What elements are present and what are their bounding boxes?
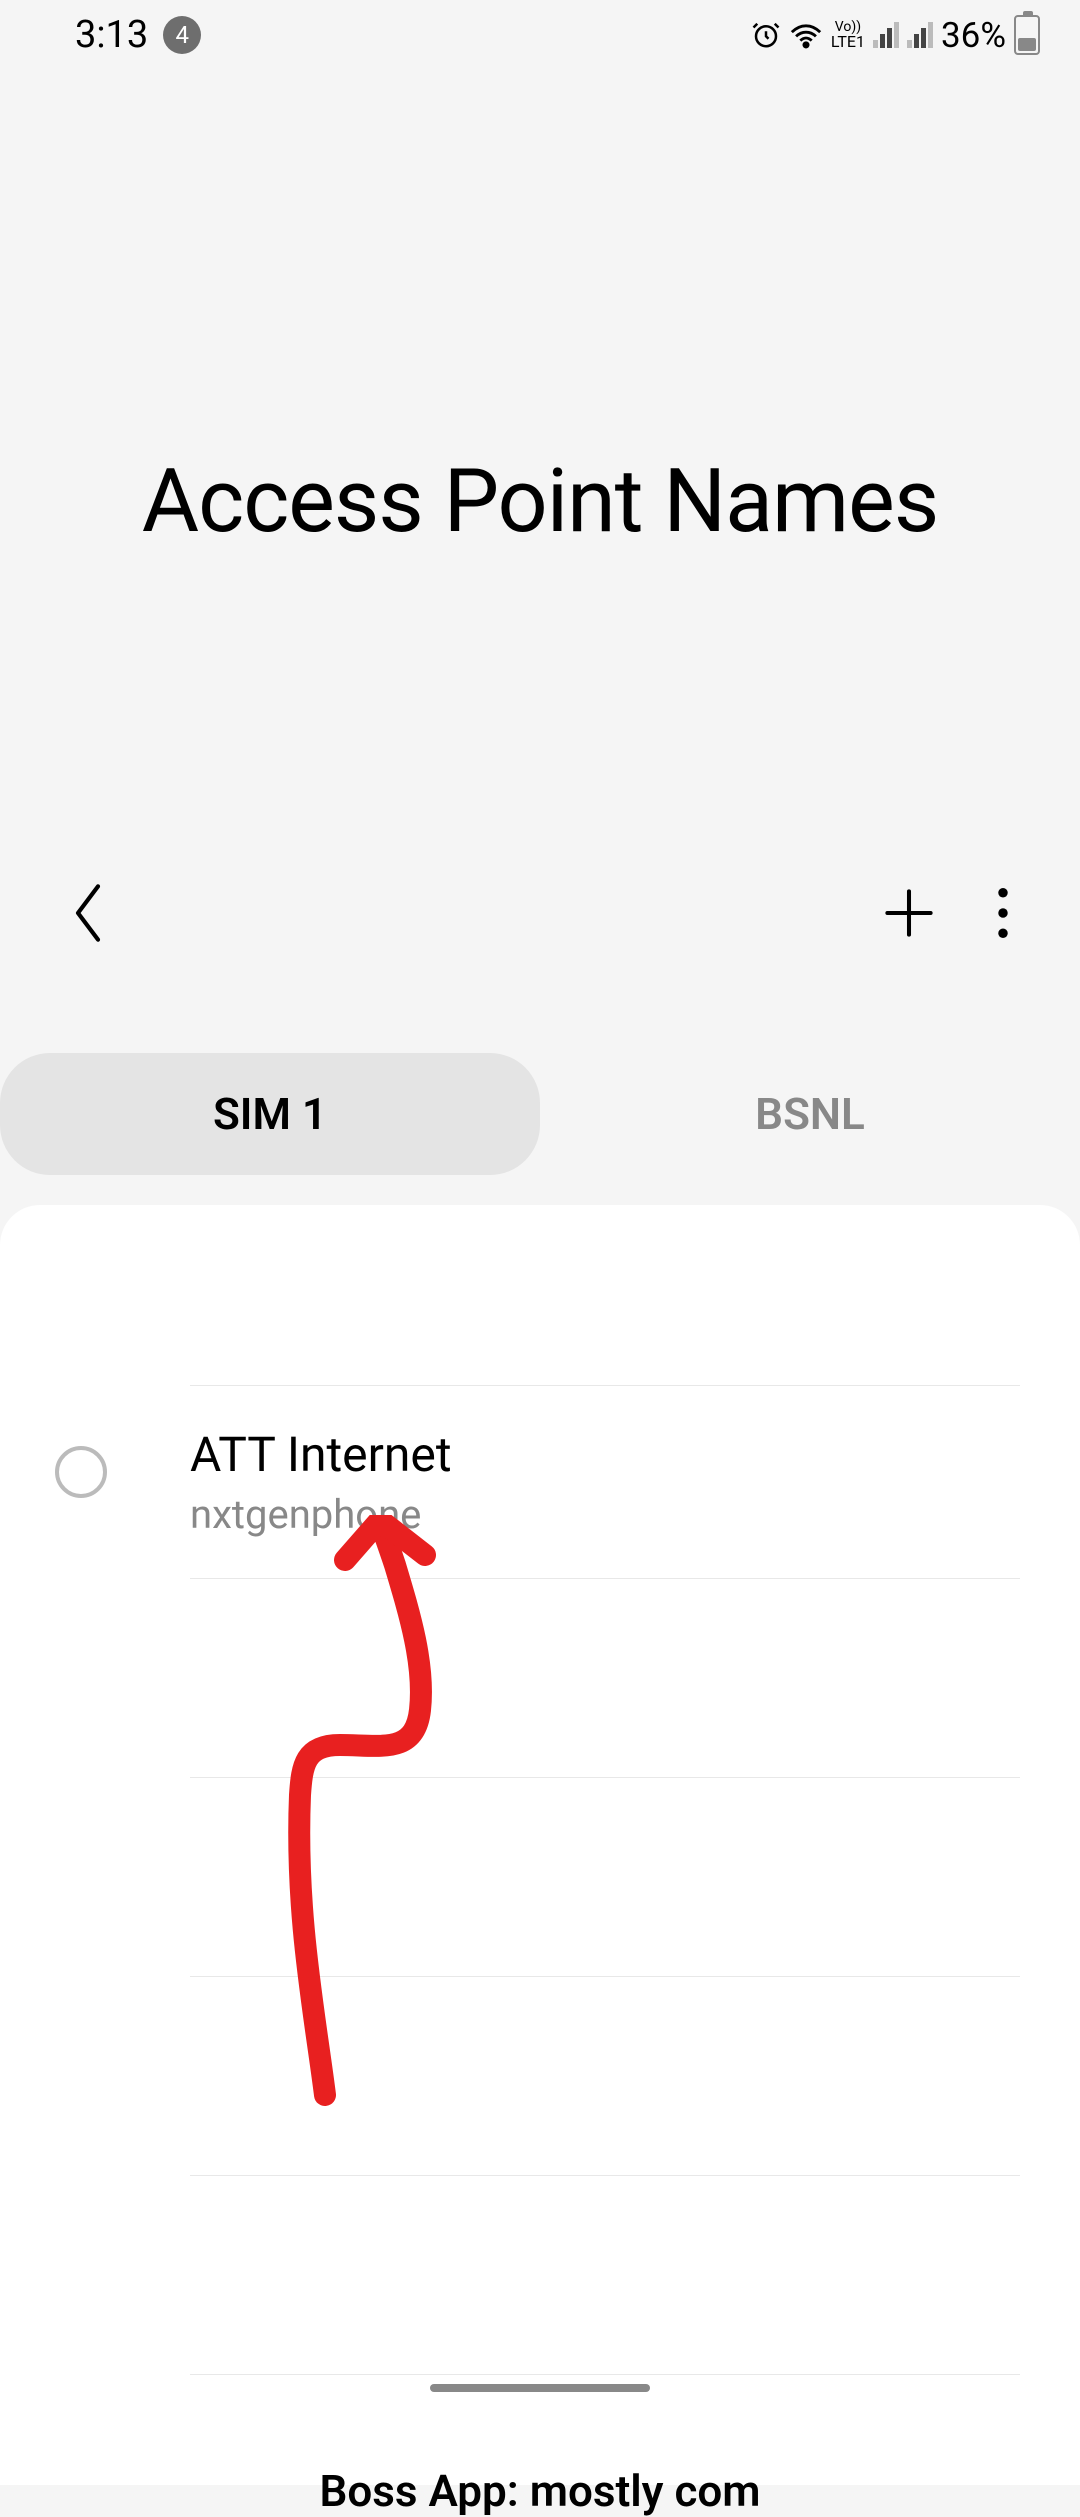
apn-list-item[interactable]: ATT Internet nxtgenphone — [190, 1386, 1020, 1578]
notification-count-badge: 4 — [163, 16, 201, 54]
signal-strength-icon-1 — [873, 22, 899, 48]
volte-indicator: Vo)) LTE1 — [831, 20, 865, 50]
apn-content-panel: ATT Internet nxtgenphone Boss App: mostl… — [0, 1205, 1080, 2485]
lte-label: LTE1 — [831, 34, 865, 50]
status-bar: 3:13 4 Vo)) LTE1 — [0, 0, 1080, 70]
divider — [190, 2374, 1020, 2375]
battery-percent: 36% — [941, 15, 1006, 56]
apn-value-label: nxtgenphone — [190, 1491, 1020, 1538]
home-indicator[interactable] — [430, 2384, 650, 2392]
empty-list-row — [190, 2176, 1020, 2374]
partial-bottom-text: Boss App: mostly com — [0, 2465, 1080, 2517]
empty-list-row — [190, 1778, 1020, 1976]
signal-strength-icon-2 — [907, 22, 933, 48]
apn-name-label: ATT Internet — [190, 1426, 1020, 1483]
apn-list: ATT Internet nxtgenphone — [0, 1385, 1080, 2375]
status-time: 3:13 — [75, 13, 148, 57]
more-options-button[interactable] — [996, 886, 1010, 940]
tab-sim1[interactable]: SIM 1 — [0, 1053, 540, 1175]
tab-bsnl[interactable]: BSNL — [540, 1053, 1080, 1175]
alarm-icon — [751, 20, 781, 50]
sim-tabs: SIM 1 BSNL — [0, 1053, 1080, 1175]
battery-icon — [1014, 15, 1040, 55]
apn-radio-button[interactable] — [55, 1446, 107, 1498]
status-left: 3:13 4 — [75, 13, 201, 57]
add-button[interactable] — [882, 886, 936, 940]
page-title: Access Point Names — [0, 450, 1080, 553]
toolbar — [0, 883, 1080, 943]
back-button[interactable] — [70, 883, 106, 943]
empty-list-row — [190, 1579, 1020, 1777]
empty-list-row — [190, 1977, 1020, 2175]
status-right: Vo)) LTE1 36% — [751, 15, 1040, 56]
wifi-icon — [789, 20, 823, 50]
